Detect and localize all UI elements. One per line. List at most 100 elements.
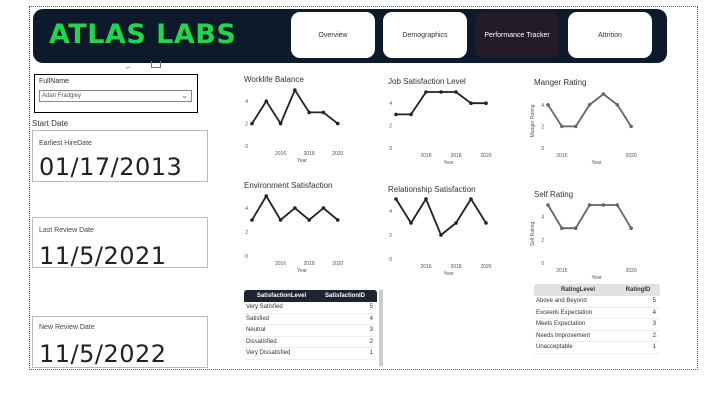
focus-mode-icon[interactable]	[151, 61, 161, 68]
column-header[interactable]: SatisfactionLevel	[244, 293, 317, 299]
start-date-title: Start Date	[32, 119, 69, 128]
data-point[interactable]	[469, 101, 473, 105]
chart-title-job-satisfaction: Job Satisfaction Level	[388, 77, 466, 86]
data-point[interactable]	[439, 90, 443, 94]
data-point[interactable]	[484, 221, 488, 225]
data-point[interactable]	[409, 112, 413, 117]
series-line	[251, 88, 339, 126]
table-cell: 4	[652, 309, 656, 316]
table-cell: 5	[369, 304, 373, 311]
table-row: Meets Expectation 3	[534, 319, 660, 331]
table-cell: 1	[652, 344, 656, 351]
last-review-card: Last Review Date 11/5/2021	[32, 217, 208, 270]
relationship-satisfaction-chart: 0 2 4 2016 2018 2020 Year	[389, 197, 492, 277]
column-header[interactable]: SatisfactionID	[317, 293, 377, 299]
data-point[interactable]	[587, 103, 592, 107]
chart-title-worklife: Worklife Balance	[244, 75, 304, 84]
data-point[interactable]	[484, 101, 488, 105]
table-row: Exceeds Expectation 4	[534, 308, 660, 319]
filter-icon[interactable]: ⌐	[126, 63, 131, 72]
data-point[interactable]	[307, 110, 311, 115]
tab-attrition[interactable]: Attrition	[568, 12, 652, 58]
data-point[interactable]	[573, 124, 578, 129]
data-point[interactable]	[469, 197, 473, 201]
table-cell: 5	[652, 298, 656, 305]
fullname-slicer: FullName Adan Fradgley ⌄	[34, 74, 198, 113]
data-point[interactable]	[546, 103, 550, 107]
data-point[interactable]	[394, 197, 398, 201]
data-point[interactable]	[424, 197, 428, 201]
data-point[interactable]	[546, 203, 550, 207]
data-point[interactable]	[264, 194, 269, 198]
data-point[interactable]	[409, 221, 413, 225]
data-point[interactable]	[394, 112, 398, 117]
tab-performance-tracker[interactable]: Performance Tracker	[475, 12, 559, 58]
x-tick-label: 2020	[480, 264, 491, 270]
table-cell: 3	[369, 327, 373, 334]
data-point[interactable]	[250, 218, 254, 222]
rating-table: RatingLevel RatingID Above and Beyond 5 E…	[534, 284, 660, 354]
data-point[interactable]	[264, 99, 269, 103]
card-value: 11/5/2022	[39, 340, 167, 368]
chevron-down-icon: ⌄	[181, 91, 188, 100]
data-point[interactable]	[560, 226, 564, 230]
series-line	[547, 204, 632, 230]
x-axis-label: Year	[591, 160, 601, 166]
card-label: Earliest HireDate	[39, 140, 92, 147]
y-tick-label: 2	[541, 124, 544, 130]
series-line	[395, 197, 487, 237]
data-point[interactable]	[321, 110, 326, 115]
data-point[interactable]	[278, 121, 283, 126]
x-tick-label: 2018	[450, 264, 461, 270]
data-point[interactable]	[615, 103, 620, 107]
data-point[interactable]	[573, 226, 578, 230]
table-cell: Unacceptable	[536, 344, 573, 351]
data-point[interactable]	[424, 90, 428, 94]
data-point[interactable]	[629, 124, 633, 129]
table-header: SatisfactionLevel SatisfactionID	[244, 290, 377, 302]
data-point[interactable]	[293, 88, 297, 92]
data-point[interactable]	[439, 233, 443, 237]
data-point[interactable]	[560, 124, 564, 129]
x-tick-label: 2016	[275, 261, 286, 267]
table-row: Neutral 3	[244, 325, 377, 337]
data-point[interactable]	[293, 206, 297, 210]
chart-title-self-rating: Self Rating	[534, 190, 574, 199]
fullname-label: FullName	[39, 78, 69, 85]
data-point[interactable]	[321, 206, 326, 210]
tab-demographics[interactable]: Demographics	[383, 12, 467, 58]
table-cell: Very Dissatisfied	[246, 350, 291, 357]
column-header[interactable]: RatingLevel	[534, 287, 620, 293]
column-header[interactable]: RatingID	[620, 287, 660, 293]
data-point[interactable]	[454, 221, 458, 225]
fullname-dropdown[interactable]: Adan Fradgley ⌄	[39, 90, 192, 102]
table-cell: Exceeds Expectation	[536, 309, 593, 316]
data-point[interactable]	[629, 226, 633, 230]
data-point[interactable]	[601, 92, 606, 96]
data-point[interactable]	[601, 203, 606, 207]
tab-overview[interactable]: Overview	[291, 12, 375, 58]
data-point[interactable]	[278, 218, 283, 222]
data-point[interactable]	[250, 121, 254, 126]
y-tick-label: 4	[245, 99, 248, 105]
table-cell: Dissatisfied	[246, 338, 277, 345]
table-scrollbar[interactable]	[379, 290, 383, 366]
x-tick-label: 2016	[420, 153, 431, 159]
card-value: 11/5/2021	[39, 242, 167, 270]
data-point[interactable]	[454, 90, 458, 94]
y-axis-label: Manger Rating	[530, 104, 536, 137]
data-point[interactable]	[307, 218, 311, 222]
y-tick-label: 4	[245, 206, 248, 212]
data-point[interactable]	[335, 121, 340, 126]
table-row: Very Satisfied 5	[244, 302, 377, 314]
data-point[interactable]	[587, 203, 592, 207]
data-point[interactable]	[335, 218, 340, 222]
data-point[interactable]	[615, 203, 620, 207]
x-axis-label: Year	[443, 271, 453, 277]
y-tick-label: 2	[245, 122, 248, 128]
table-cell: 4	[369, 315, 373, 322]
table-row: Above and Beyond 5	[534, 296, 660, 308]
y-axis-label: Self Rating	[530, 222, 536, 247]
x-tick-label: 2015	[556, 153, 567, 159]
y-tick-label: 2	[541, 238, 544, 244]
